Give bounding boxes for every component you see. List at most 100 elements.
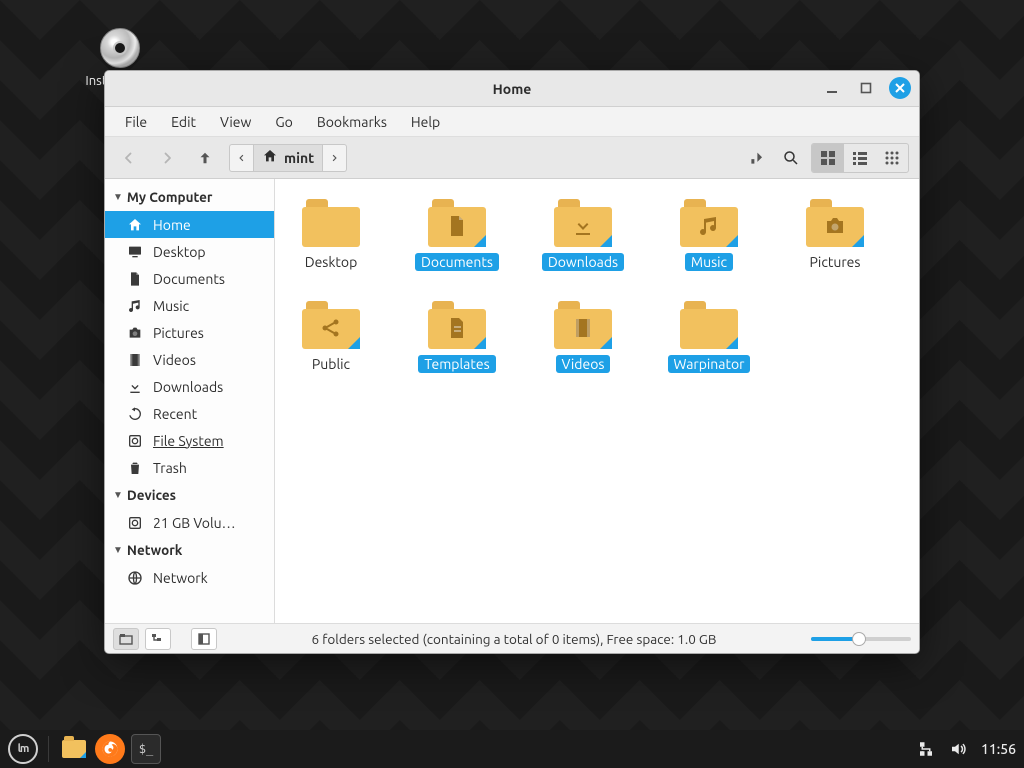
- menu-go[interactable]: Go: [265, 110, 302, 134]
- folder-downloads[interactable]: Downloads: [547, 199, 619, 271]
- close-button[interactable]: [889, 77, 911, 99]
- menubar: FileEditViewGoBookmarksHelp: [105, 107, 919, 137]
- folder-label: Pictures: [804, 253, 867, 271]
- folder-icon: [428, 301, 486, 349]
- toolbar: mint: [105, 137, 919, 179]
- taskbar-app-files[interactable]: [59, 734, 89, 764]
- folder-music[interactable]: Music: [673, 199, 745, 271]
- globe-icon: [127, 570, 143, 586]
- nav-forward-button[interactable]: [153, 144, 181, 172]
- folder-label: Public: [306, 355, 356, 373]
- sidebar-item-videos[interactable]: Videos: [105, 346, 274, 373]
- sidebar: ▼My Computer Home Desktop Documents Music Pic…: [105, 179, 275, 623]
- nav-up-button[interactable]: [191, 144, 219, 172]
- folder-videos[interactable]: Videos: [547, 301, 619, 373]
- sidebar-item-documents[interactable]: Documents: [105, 265, 274, 292]
- music-icon: [127, 298, 143, 314]
- minimize-button[interactable]: [821, 77, 843, 99]
- sidebar-item-label: 21 GB Volu…: [153, 515, 236, 531]
- window-title: Home: [493, 81, 532, 97]
- film-icon: [127, 352, 143, 368]
- folder-label: Templates: [418, 355, 495, 373]
- folder-desktop[interactable]: Desktop: [295, 199, 367, 271]
- system-tray: 11:56: [917, 740, 1016, 758]
- folder-label: Desktop: [299, 253, 364, 271]
- view-compact-button[interactable]: [876, 144, 908, 172]
- pathbar: mint: [229, 144, 347, 172]
- status-text: 6 folders selected (containing a total o…: [223, 631, 805, 647]
- folder-pictures[interactable]: Pictures: [799, 199, 871, 271]
- camera-icon: [127, 325, 143, 341]
- folder-icon: [680, 199, 738, 247]
- sidebar-item-recent[interactable]: Recent: [105, 400, 274, 427]
- nav-back-button[interactable]: [115, 144, 143, 172]
- sidebar-item-label: Videos: [153, 352, 196, 368]
- zoom-slider[interactable]: [811, 637, 911, 641]
- sidebar-section-my-computer[interactable]: ▼My Computer: [105, 183, 274, 211]
- taskbar-divider: [48, 736, 49, 762]
- folder-label: Downloads: [542, 253, 624, 271]
- history-icon: [127, 406, 143, 422]
- sidebar-item-label: Network: [153, 570, 208, 586]
- sidebar-item-music[interactable]: Music: [105, 292, 274, 319]
- sidebar-item-downloads[interactable]: Downloads: [105, 373, 274, 400]
- sidebar-section-devices[interactable]: ▼Devices: [105, 481, 274, 509]
- taskbar-app-firefox[interactable]: [95, 734, 125, 764]
- sidebar-item-pictures[interactable]: Pictures: [105, 319, 274, 346]
- folder-icon: [554, 301, 612, 349]
- sidebar-item-vol21[interactable]: 21 GB Volu…: [105, 509, 274, 536]
- trash-icon: [127, 460, 143, 476]
- sidebar-item-label: Documents: [153, 271, 225, 287]
- menu-file[interactable]: File: [115, 110, 157, 134]
- sidebar-item-home[interactable]: Home: [105, 211, 274, 238]
- disk-icon: [127, 433, 143, 449]
- path-next-button[interactable]: [323, 144, 347, 172]
- path-segment-home[interactable]: mint: [253, 144, 323, 172]
- folder-templates[interactable]: Templates: [421, 301, 493, 373]
- sidebar-section-network[interactable]: ▼Network: [105, 536, 274, 564]
- path-segment-label: mint: [284, 150, 314, 166]
- taskbar-clock[interactable]: 11:56: [981, 741, 1016, 757]
- path-prev-button[interactable]: [229, 144, 253, 172]
- taskbar-app-terminal[interactable]: $_: [131, 734, 161, 764]
- disc-icon: [100, 28, 140, 68]
- desktop-icon: [127, 244, 143, 260]
- sidebar-item-label: Home: [153, 217, 191, 233]
- show-tree-button[interactable]: [145, 628, 171, 650]
- folder-view[interactable]: Desktop Documents Downloads Music Pictures Pu…: [275, 179, 919, 623]
- folder-warpinator[interactable]: Warpinator: [673, 301, 745, 373]
- folder-icon: [806, 199, 864, 247]
- close-sidebar-button[interactable]: [191, 628, 217, 650]
- view-list-button[interactable]: [844, 144, 876, 172]
- menu-view[interactable]: View: [210, 110, 261, 134]
- sidebar-item-label: Desktop: [153, 244, 206, 260]
- view-icons-button[interactable]: [812, 144, 844, 172]
- sidebar-item-network[interactable]: Network: [105, 564, 274, 591]
- sidebar-item-trash[interactable]: Trash: [105, 454, 274, 481]
- menu-edit[interactable]: Edit: [161, 110, 206, 134]
- folder-icon: [428, 199, 486, 247]
- titlebar[interactable]: Home: [105, 71, 919, 107]
- taskbar: lm $_ 11:56: [0, 730, 1024, 768]
- view-mode-group: [811, 143, 909, 173]
- volume-tray-icon[interactable]: [949, 740, 967, 758]
- sidebar-item-desktop[interactable]: Desktop: [105, 238, 274, 265]
- show-places-button[interactable]: [113, 628, 139, 650]
- folder-icon: [554, 199, 612, 247]
- menu-help[interactable]: Help: [401, 110, 450, 134]
- folder-label: Videos: [556, 355, 611, 373]
- menu-bookmarks[interactable]: Bookmarks: [307, 110, 397, 134]
- start-menu-button[interactable]: lm: [8, 734, 38, 764]
- folder-public[interactable]: Public: [295, 301, 367, 373]
- toggle-location-button[interactable]: [743, 144, 771, 172]
- sidebar-item-label: Music: [153, 298, 189, 314]
- folder-label: Documents: [415, 253, 499, 271]
- search-button[interactable]: [777, 144, 805, 172]
- maximize-button[interactable]: [855, 77, 877, 99]
- network-tray-icon[interactable]: [917, 740, 935, 758]
- folder-label: Music: [685, 253, 733, 271]
- folder-documents[interactable]: Documents: [421, 199, 493, 271]
- sidebar-item-filesystem[interactable]: File System: [105, 427, 274, 454]
- folder-icon: [302, 301, 360, 349]
- disk-icon: [127, 515, 143, 531]
